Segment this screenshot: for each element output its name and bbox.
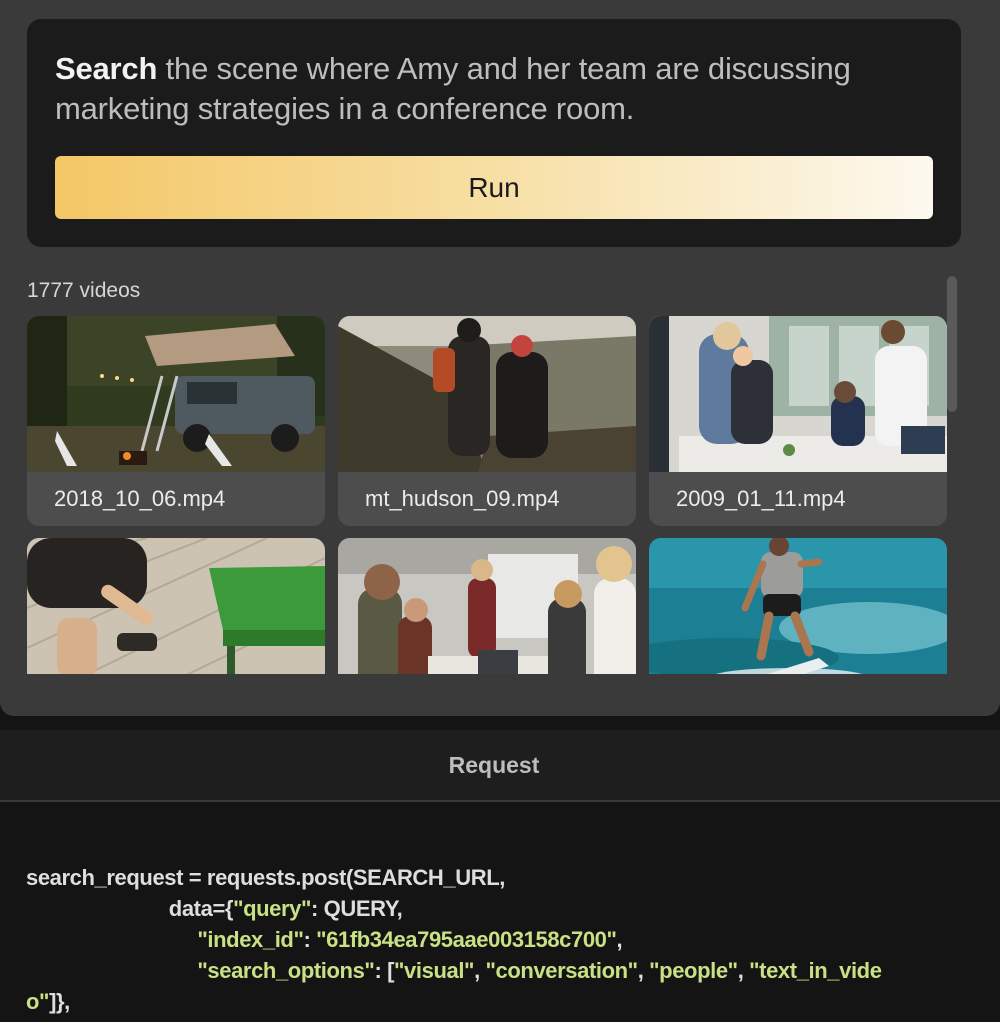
code-line: search_request = requests.post(SEARCH_UR… [26, 862, 966, 893]
prompt-keyword: Search [55, 51, 158, 86]
video-filename: 2018_10_06.mp4 [54, 486, 226, 511]
code-string: "search_options" [197, 958, 375, 983]
code-string: "query" [233, 896, 312, 921]
code-line: "search_options": ["visual", "conversati… [26, 955, 966, 986]
video-card[interactable]: mt_hudson_09.mp4 [338, 316, 636, 526]
code-string: o" [26, 989, 50, 1014]
code-line: "index_id": "61fb34ea795aae003158c700", [26, 924, 966, 955]
video-thumbnail-office [649, 316, 947, 472]
video-thumbnail-meeting [338, 538, 636, 674]
code-block: search_request = requests.post(SEARCH_UR… [26, 862, 966, 1017]
code-string: "index_id" [197, 927, 304, 952]
code-text: : QUERY, [311, 896, 403, 921]
video-gallery[interactable]: 1777 videos 2018_10_06.mp4 mt_hudson_09.… [27, 274, 961, 674]
code-text: , [737, 958, 750, 983]
prompt-text: Search the scene where Amy and her team … [55, 49, 915, 129]
video-count: 1777 videos [27, 279, 141, 302]
code-string: "people" [649, 958, 738, 983]
code-text: search_request = requests.post(SEARCH_UR… [26, 865, 505, 890]
code-text: : [ [374, 958, 395, 983]
code-line: data={"query": QUERY, [26, 893, 966, 924]
request-title: Request [448, 751, 540, 778]
code-text: , [474, 958, 486, 983]
video-thumbnail-surf [649, 538, 947, 674]
video-card[interactable]: 2009_01_11.mp4 [649, 316, 947, 526]
code-string: "conversation" [485, 958, 639, 983]
code-text: : [303, 927, 317, 952]
search-panel: Search the scene where Amy and her team … [0, 0, 1000, 716]
video-card[interactable] [338, 538, 636, 674]
video-thumbnail-bench [27, 538, 325, 674]
code-string: "61fb34ea795aae003158c700" [316, 927, 617, 952]
request-tab[interactable]: Request [0, 730, 1000, 802]
video-thumbnail-mountain [338, 316, 636, 472]
gallery-scrollbar[interactable] [947, 276, 957, 412]
prompt-query: the scene where Amy and her team are dis… [55, 51, 851, 126]
video-card[interactable] [27, 538, 325, 674]
code-text: , [637, 958, 650, 983]
video-filename: mt_hudson_09.mp4 [365, 486, 560, 511]
code-text: , [616, 927, 623, 952]
video-thumbnail-camping [27, 316, 325, 472]
video-card[interactable]: 2018_10_06.mp4 [27, 316, 325, 526]
run-button[interactable]: Run [55, 156, 933, 219]
video-card[interactable] [649, 538, 947, 674]
code-text: ]}, [49, 989, 70, 1014]
code-string: "visual" [394, 958, 475, 983]
code-text: data={ [26, 896, 234, 921]
code-string: "text_in_vide [749, 958, 882, 983]
prompt-card: Search the scene where Amy and her team … [27, 19, 961, 247]
video-filename: 2009_01_11.mp4 [676, 486, 846, 511]
code-line: o"]}, [26, 986, 966, 1017]
